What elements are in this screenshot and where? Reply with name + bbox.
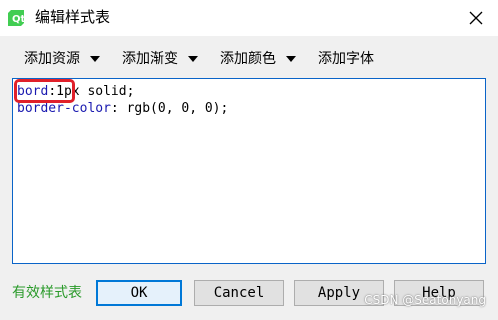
watermark: CSDN @Seatonyang bbox=[364, 293, 486, 307]
toolbar-item-label: 添加资源 bbox=[24, 51, 80, 67]
svg-text:Qt: Qt bbox=[12, 14, 26, 25]
chevron-down-icon bbox=[286, 56, 296, 62]
validity-status: 有效样式表 bbox=[12, 285, 82, 301]
add-font-button[interactable]: 添加字体 bbox=[318, 48, 374, 70]
error-highlight-box bbox=[14, 79, 75, 103]
cancel-button[interactable]: Cancel bbox=[194, 280, 284, 306]
css-property: border-color bbox=[17, 101, 111, 116]
chevron-down-icon bbox=[90, 56, 100, 62]
chevron-down-icon bbox=[188, 56, 198, 62]
add-color-menu[interactable]: 添加颜色 bbox=[220, 48, 296, 70]
toolbar-item-label: 添加字体 bbox=[318, 51, 374, 67]
toolbar-item-label: 添加渐变 bbox=[122, 51, 178, 67]
qt-icon: Qt bbox=[8, 10, 26, 26]
toolbar-item-label: 添加颜色 bbox=[220, 51, 276, 67]
window-title: 编辑样式表 bbox=[35, 8, 111, 26]
title-bar: Qt 编辑样式表 bbox=[0, 0, 498, 36]
close-button[interactable] bbox=[464, 6, 488, 30]
css-value: : rgb(0, 0, 0); bbox=[110, 101, 229, 116]
add-gradient-menu[interactable]: 添加渐变 bbox=[122, 48, 198, 70]
add-resource-menu[interactable]: 添加资源 bbox=[24, 48, 100, 70]
ok-button[interactable]: OK bbox=[96, 280, 182, 306]
toolbar: 添加资源 添加渐变 添加颜色 添加字体 bbox=[0, 44, 498, 72]
close-icon bbox=[469, 11, 483, 25]
stylesheet-editor[interactable]: bord:1px solid; border-color: rgb(0, 0, … bbox=[12, 78, 486, 264]
